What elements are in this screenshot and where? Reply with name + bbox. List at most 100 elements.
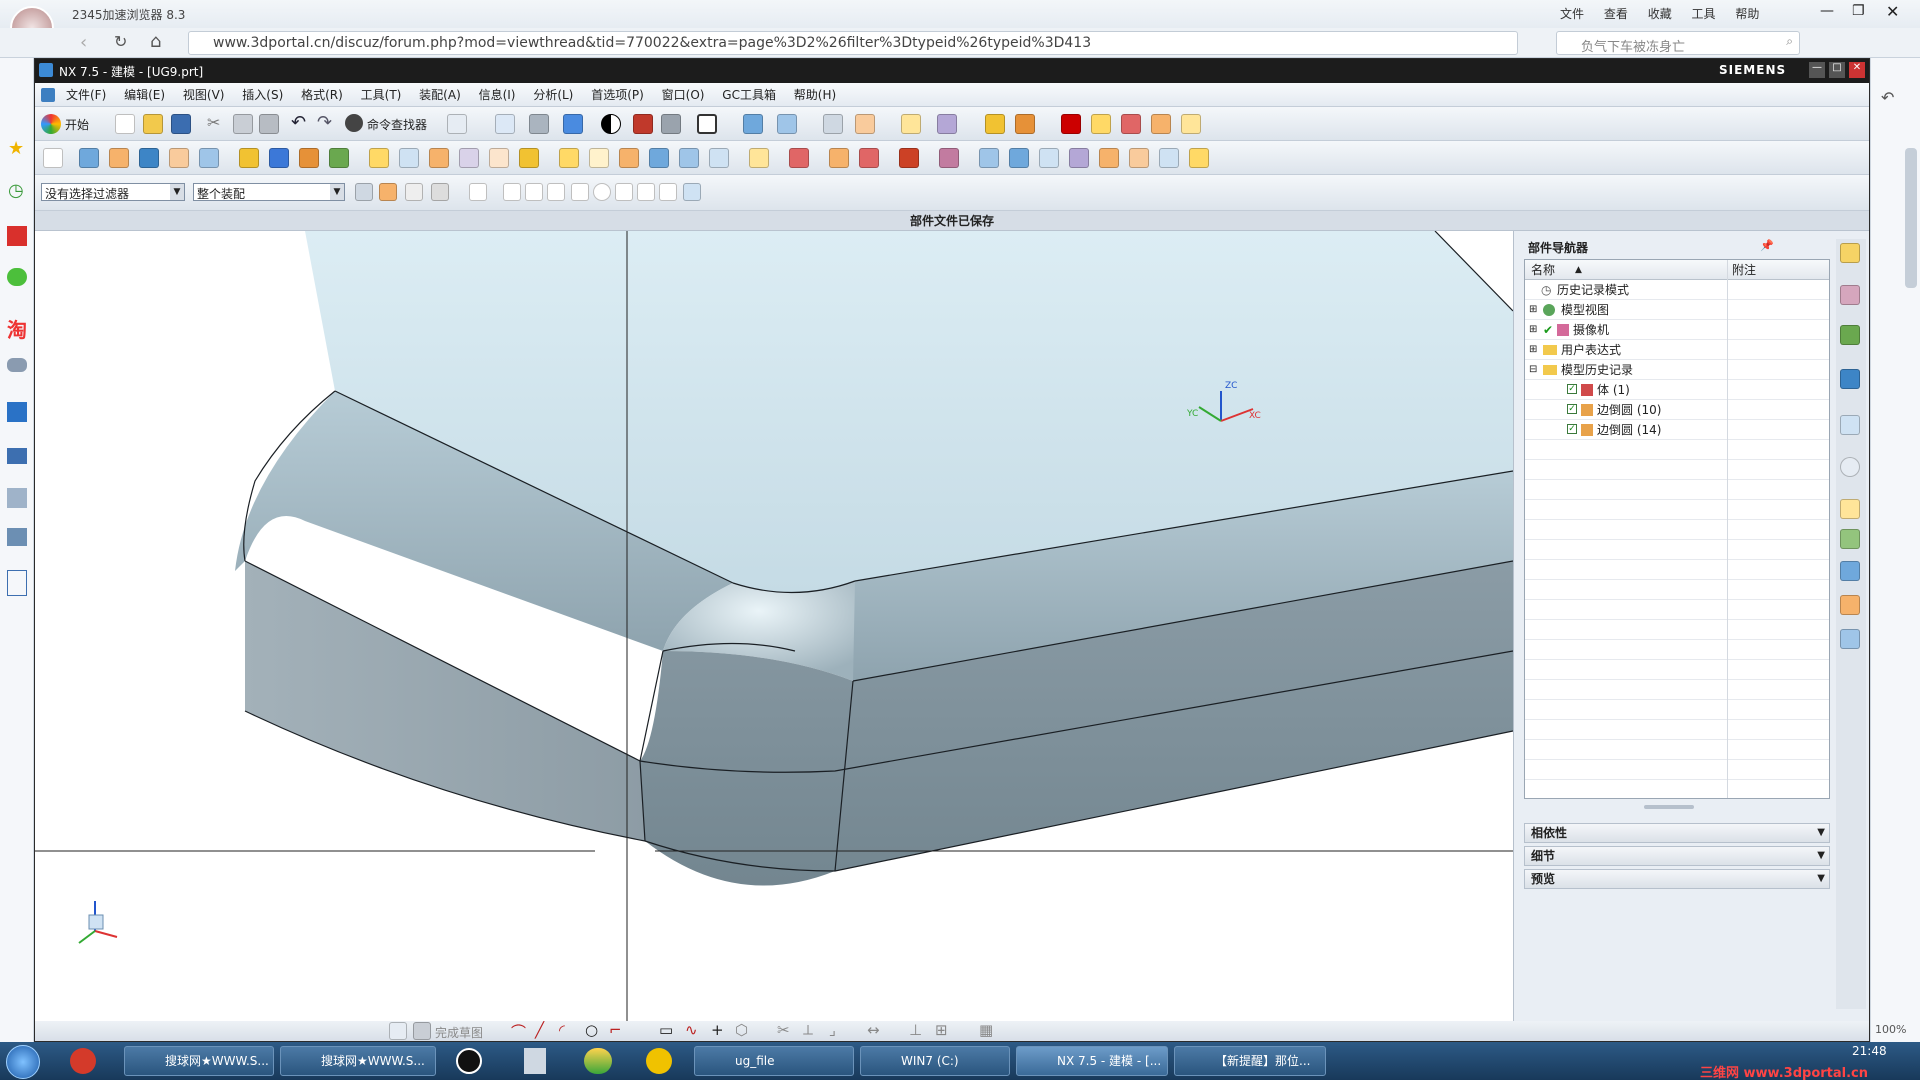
palette-icon[interactable] [1840, 529, 1860, 549]
offset-face-icon[interactable] [749, 148, 769, 168]
groove-icon[interactable] [399, 148, 419, 168]
start-icon[interactable] [41, 114, 61, 134]
close-icon[interactable]: ✕ [1886, 2, 1899, 21]
edge-blend-icon[interactable] [429, 148, 449, 168]
sweep-icon[interactable] [1039, 148, 1059, 168]
menu-preferences[interactable]: 首选项(P) [584, 83, 651, 107]
tree-item-model-views[interactable]: ⊞ 模型视图 [1525, 300, 1829, 320]
pocket-icon[interactable] [299, 148, 319, 168]
sync-model-icon[interactable] [939, 148, 959, 168]
selection-tool-icon[interactable] [447, 114, 467, 134]
save-icon[interactable] [171, 114, 191, 134]
orient-view-icon[interactable] [529, 114, 549, 134]
chamfer-icon[interactable] [459, 148, 479, 168]
open-folder-icon[interactable] [143, 114, 163, 134]
hole-icon[interactable] [239, 148, 259, 168]
menu-insert[interactable]: 插入(S) [235, 83, 290, 107]
desktop-icon[interactable] [7, 570, 27, 596]
taskbar-item-browser[interactable]: 【新提醒】那位... [1174, 1046, 1326, 1076]
pinned-app-icon[interactable] [646, 1048, 672, 1074]
yellow-box-icon[interactable] [1091, 114, 1111, 134]
bridge-icon[interactable] [1099, 148, 1119, 168]
game-icon[interactable] [7, 358, 27, 372]
pad-icon[interactable] [329, 148, 349, 168]
visibility-checkbox[interactable]: ✓ [1567, 424, 1577, 434]
menu-file[interactable]: 文件(F) [59, 83, 113, 107]
analysis-icon[interactable] [937, 114, 957, 134]
pinned-app-icon[interactable] [70, 1048, 96, 1074]
graphics-window[interactable]: ZC YC XC [35, 231, 1513, 1021]
render-style-icon[interactable] [563, 114, 583, 134]
zoom-level[interactable]: 100% [1875, 1023, 1906, 1036]
home-icon[interactable]: ⌂ [150, 31, 161, 52]
menu-help[interactable]: 帮助(H) [787, 83, 843, 107]
thicken-icon[interactable] [789, 148, 809, 168]
browser-menu-file[interactable]: 文件 [1560, 7, 1584, 21]
mirror-icon[interactable] [649, 148, 669, 168]
draft-icon[interactable] [519, 148, 539, 168]
constraint-icon[interactable] [1181, 114, 1201, 134]
snap-face-icon[interactable] [683, 183, 701, 201]
studio-spline-icon[interactable]: ∿ [685, 1021, 698, 1039]
tree-item-user-expressions[interactable]: ⊞ 用户表达式 [1525, 340, 1829, 360]
menu-view[interactable]: 视图(V) [176, 83, 232, 107]
tree-item-edge-blend-10[interactable]: ✓ 边倒圆 (10) [1525, 400, 1829, 420]
pin-icon[interactable]: 📌 [1760, 239, 1774, 252]
notes-icon[interactable] [7, 488, 27, 508]
menu-info[interactable]: 信息(I) [472, 83, 523, 107]
finish-sketch-button[interactable]: 完成草图 [435, 1024, 483, 1041]
slot-icon[interactable] [369, 148, 389, 168]
sew-icon[interactable] [1159, 148, 1179, 168]
role-icon[interactable] [1840, 595, 1860, 615]
quick-trim-icon[interactable]: ✂ [777, 1021, 790, 1039]
assembly-scope-dropdown[interactable]: 整个装配 ▼ [193, 183, 345, 201]
start-orb-icon[interactable] [6, 1045, 40, 1079]
splitter-handle[interactable] [1644, 805, 1694, 809]
visibility-checkbox[interactable]: ✓ [1567, 404, 1577, 414]
tools-icon[interactable] [7, 528, 27, 546]
finish-sketch-icon[interactable] [413, 1022, 431, 1040]
minimize-icon[interactable]: — [1820, 3, 1834, 19]
system-scene-icon[interactable] [1840, 629, 1860, 649]
expand-icon[interactable]: ⊞ [1529, 340, 1537, 360]
through-curves-icon[interactable] [1069, 148, 1089, 168]
reuse-library-icon[interactable] [1840, 369, 1860, 389]
extrude-icon[interactable] [79, 148, 99, 168]
video-icon[interactable] [7, 402, 27, 422]
snap-arc-icon[interactable] [547, 183, 565, 201]
menu-window[interactable]: 窗口(O) [655, 83, 712, 107]
coordinate-icon[interactable] [855, 114, 875, 134]
circle-icon[interactable]: ○ [585, 1021, 598, 1039]
rectangle-icon[interactable]: ▭ [659, 1021, 673, 1039]
layer-icon[interactable] [743, 114, 763, 134]
point-icon[interactable]: + [711, 1021, 724, 1039]
assembly-icon[interactable] [1121, 114, 1141, 134]
pattern-icon[interactable] [619, 148, 639, 168]
paste-icon[interactable] [259, 114, 279, 134]
quick-extend-icon[interactable]: ⟂ [803, 1021, 813, 1039]
delete-face-icon[interactable] [899, 148, 919, 168]
nx-maximize-icon[interactable]: □ [1829, 62, 1845, 78]
clock-time[interactable]: 21:48 [1852, 1044, 1887, 1058]
sketch-task-icon[interactable] [389, 1022, 407, 1040]
nx-minimize-icon[interactable]: — [1809, 62, 1825, 78]
sketch-icon[interactable] [43, 148, 63, 168]
taskbar-item-2[interactable]: 搜球网★WWW.S... [280, 1046, 436, 1076]
part-navigator-icon[interactable] [1840, 325, 1860, 345]
assembly-navigator-icon[interactable] [1840, 243, 1860, 263]
split-body-icon[interactable] [589, 148, 609, 168]
fit-view-icon[interactable] [495, 114, 515, 134]
menu-edit[interactable]: 编辑(E) [117, 83, 172, 107]
dimension-icon[interactable]: ↔ [867, 1021, 880, 1039]
n-sided-icon[interactable] [1129, 148, 1149, 168]
block-icon[interactable] [139, 148, 159, 168]
taskbar-item-1[interactable]: 搜球网★WWW.S... [124, 1046, 274, 1076]
constraint-navigator-icon[interactable] [1840, 285, 1860, 305]
qq-icon[interactable] [456, 1048, 482, 1074]
dependencies-section[interactable]: 相依性 ▼ [1524, 823, 1830, 843]
rectangle-select-icon[interactable] [469, 183, 487, 201]
search-icon[interactable]: ⌕ [1786, 34, 1793, 49]
command-finder-button[interactable]: 命令查找器 [367, 116, 427, 133]
restore-icon[interactable]: ❐ [1852, 3, 1865, 19]
snap-tangent-icon[interactable] [637, 183, 655, 201]
